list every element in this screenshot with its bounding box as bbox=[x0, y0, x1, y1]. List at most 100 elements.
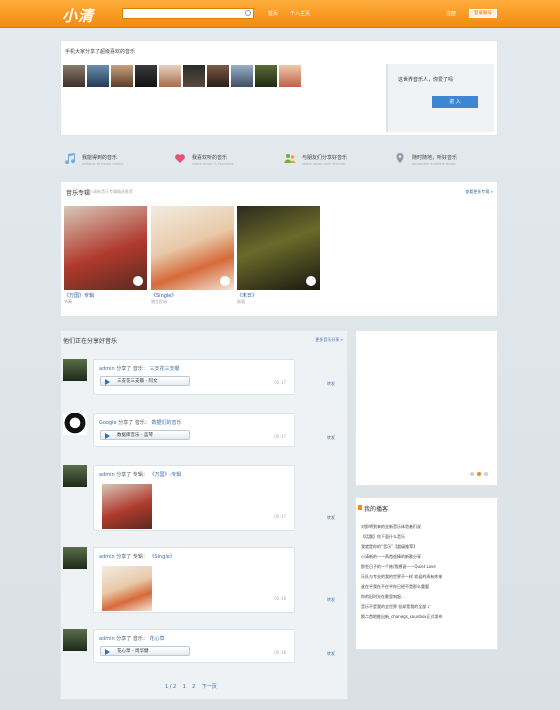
share-verb: 分享了 bbox=[116, 472, 132, 478]
podcast-item[interactable]: 我就是你的“音乐”【超级推荐】 bbox=[361, 544, 495, 554]
podcast-item[interactable]: 换二首地推出新_chanegs_sounbox正式发布 bbox=[361, 614, 495, 624]
track-play-button[interactable]: 花心草 - 周华健 bbox=[100, 646, 190, 656]
album-card[interactable]: 《Single》 独立民谣 bbox=[151, 206, 234, 305]
more-shares-link[interactable]: 更多音乐分享 » bbox=[315, 337, 343, 343]
play-icon[interactable] bbox=[133, 276, 143, 286]
user-link[interactable]: Google bbox=[99, 420, 117, 426]
repost-link[interactable]: 转发 bbox=[327, 597, 335, 603]
play-icon[interactable] bbox=[306, 276, 316, 286]
album-tag: 摇滚 bbox=[237, 299, 245, 304]
timestamp: 05-17 bbox=[274, 380, 286, 385]
hero-thumb[interactable] bbox=[135, 65, 157, 87]
hero-thumb[interactable] bbox=[63, 65, 85, 87]
nav-profile[interactable]: 个人主页 bbox=[290, 10, 310, 17]
podcast-item[interactable]: 谁在乎我在不在乎你已经不是那么重要 bbox=[361, 584, 495, 594]
section-title: 他们正在分享好音乐 bbox=[63, 338, 118, 345]
hero-thumb[interactable] bbox=[207, 65, 229, 87]
repost-link[interactable]: 转发 bbox=[327, 515, 335, 521]
search-input[interactable] bbox=[122, 8, 254, 19]
nav-home[interactable]: 首页 bbox=[268, 10, 278, 17]
slider-dot[interactable] bbox=[477, 472, 481, 476]
user-link[interactable]: admin bbox=[99, 636, 115, 642]
repost-link[interactable]: 转发 bbox=[327, 651, 335, 657]
album-section: 音乐专辑 小清新音乐专辑精选推荐 查看更多专辑 » 《万国》专辑 节奏 《Sin… bbox=[60, 181, 498, 317]
share-target[interactable]: 数据们的音乐 bbox=[151, 420, 181, 426]
feature-item: 我喜欢听的音乐 share music & favorites bbox=[174, 148, 274, 172]
album-cover[interactable] bbox=[64, 206, 147, 290]
feature-item: 随时随地，听好音乐 anywhere anytime music bbox=[394, 148, 494, 172]
feature-title: 我喜欢听的音乐 bbox=[192, 155, 228, 161]
page-link[interactable]: 1 bbox=[183, 684, 186, 690]
album-thumbnail[interactable] bbox=[102, 566, 152, 611]
location-pin-icon bbox=[396, 153, 404, 163]
share-target[interactable]: 《万国》-专辑 bbox=[149, 472, 181, 478]
podcast-item[interactable]: 【话题】你下面什么音乐 bbox=[361, 534, 495, 544]
album-card[interactable]: 《万国》专辑 节奏 bbox=[64, 206, 147, 305]
page-link[interactable]: 2 bbox=[192, 684, 195, 690]
user-link[interactable]: admin bbox=[99, 472, 115, 478]
repost-link[interactable]: 转发 bbox=[327, 381, 335, 387]
track-play-button[interactable]: 三支花三支瓣 - 阿文 bbox=[100, 376, 190, 386]
repost-link[interactable]: 转发 bbox=[327, 435, 335, 441]
avatar[interactable] bbox=[63, 629, 87, 651]
timestamp: 05-17 bbox=[274, 434, 286, 439]
hero-thumb[interactable] bbox=[159, 65, 181, 87]
share-target[interactable]: 花心草 bbox=[149, 636, 164, 642]
podcast-item[interactable]: 那些日子的一个她/我想说——Quiet Love bbox=[361, 564, 495, 574]
feature-subtitle: anywhere anytime music bbox=[412, 162, 457, 166]
hero-thumb[interactable] bbox=[183, 65, 205, 87]
podcast-item[interactable]: 乐队与专业的我的世界不一样 欢迎的再有你来 bbox=[361, 574, 495, 584]
podcast-item[interactable]: 你的旧时光在歌里响起... bbox=[361, 594, 495, 604]
top-bar: 小清 首页 个人主页 注册 登录账号 bbox=[0, 0, 560, 28]
feed-section: 他们正在分享好音乐 更多音乐分享 » admin 分享了 音乐： 三支花三支瓣 … bbox=[60, 330, 348, 700]
share-target[interactable]: 三支花三支瓣 bbox=[149, 366, 179, 372]
hero-thumb[interactable] bbox=[231, 65, 253, 87]
next-page-link[interactable]: 下一页 bbox=[202, 684, 217, 690]
album-card[interactable]: 《末日》 摇滚 bbox=[237, 206, 320, 305]
hero-thumb[interactable] bbox=[87, 65, 109, 87]
feature-item: 与朋友们分享好音乐 share music with friends bbox=[284, 148, 384, 172]
pagination: 1 / 2 1 2 下一页 bbox=[165, 683, 217, 690]
feature-title: 随时随地，听好音乐 bbox=[412, 155, 458, 161]
timestamp: 05-16 bbox=[274, 650, 286, 655]
hero-thumb[interactable] bbox=[111, 65, 133, 87]
podcast-item[interactable]: 音乐不是我的全世界 但却是我的全部 ♪ bbox=[361, 604, 495, 614]
play-icon[interactable] bbox=[220, 276, 230, 286]
album-name[interactable]: 《末日》 bbox=[237, 292, 320, 299]
login-button[interactable]: 登录账号 bbox=[469, 9, 497, 18]
avatar[interactable] bbox=[63, 465, 87, 487]
user-link[interactable]: admin bbox=[99, 366, 115, 372]
share-head: admin 分享了 专辑： 《万国》-专辑 bbox=[99, 471, 181, 478]
podcast-item[interactable]: 小清新的——两首很棒的新歌分享 bbox=[361, 554, 495, 564]
podcast-item[interactable]: 对即将到来的全新音乐体验者们说 bbox=[361, 524, 495, 534]
hero-thumb[interactable] bbox=[279, 65, 301, 87]
album-name[interactable]: 《Single》 bbox=[151, 292, 234, 299]
page-indicator: 1 / 2 bbox=[165, 684, 177, 690]
people-icon bbox=[284, 154, 296, 163]
slider-dot[interactable] bbox=[470, 472, 474, 476]
heart-icon bbox=[175, 154, 185, 163]
album-name[interactable]: 《万国》专辑 bbox=[64, 292, 147, 299]
avatar[interactable] bbox=[63, 547, 87, 569]
track-play-button[interactable]: 数据库音乐 - 蓝琴 bbox=[100, 430, 190, 440]
album-thumbnail[interactable] bbox=[102, 484, 152, 529]
join-panel: 这世界音乐人，你爱了吗 进 入 bbox=[386, 64, 494, 132]
share-type: 音乐： bbox=[134, 420, 150, 426]
album-cover[interactable] bbox=[237, 206, 320, 290]
avatar[interactable] bbox=[63, 413, 87, 435]
avatar[interactable] bbox=[63, 359, 87, 381]
site-logo[interactable]: 小清 bbox=[62, 5, 94, 26]
hero-thumb[interactable] bbox=[255, 65, 277, 87]
search-icon[interactable] bbox=[245, 10, 251, 16]
join-panel-text: 这世界音乐人，你爱了吗 bbox=[398, 77, 454, 83]
register-link[interactable]: 注册 bbox=[446, 10, 456, 17]
user-link[interactable]: admin bbox=[99, 554, 115, 560]
slider-dot[interactable] bbox=[484, 472, 488, 476]
album-cover[interactable] bbox=[151, 206, 234, 290]
enter-button[interactable]: 进 入 bbox=[432, 96, 478, 108]
share-target[interactable]: 《Single》 bbox=[149, 554, 174, 560]
album-tag: 节奏 bbox=[64, 299, 72, 304]
more-albums-link[interactable]: 查看更多专辑 » bbox=[465, 189, 493, 195]
banner-slider[interactable] bbox=[355, 330, 498, 486]
share-verb: 分享了 bbox=[116, 366, 132, 372]
